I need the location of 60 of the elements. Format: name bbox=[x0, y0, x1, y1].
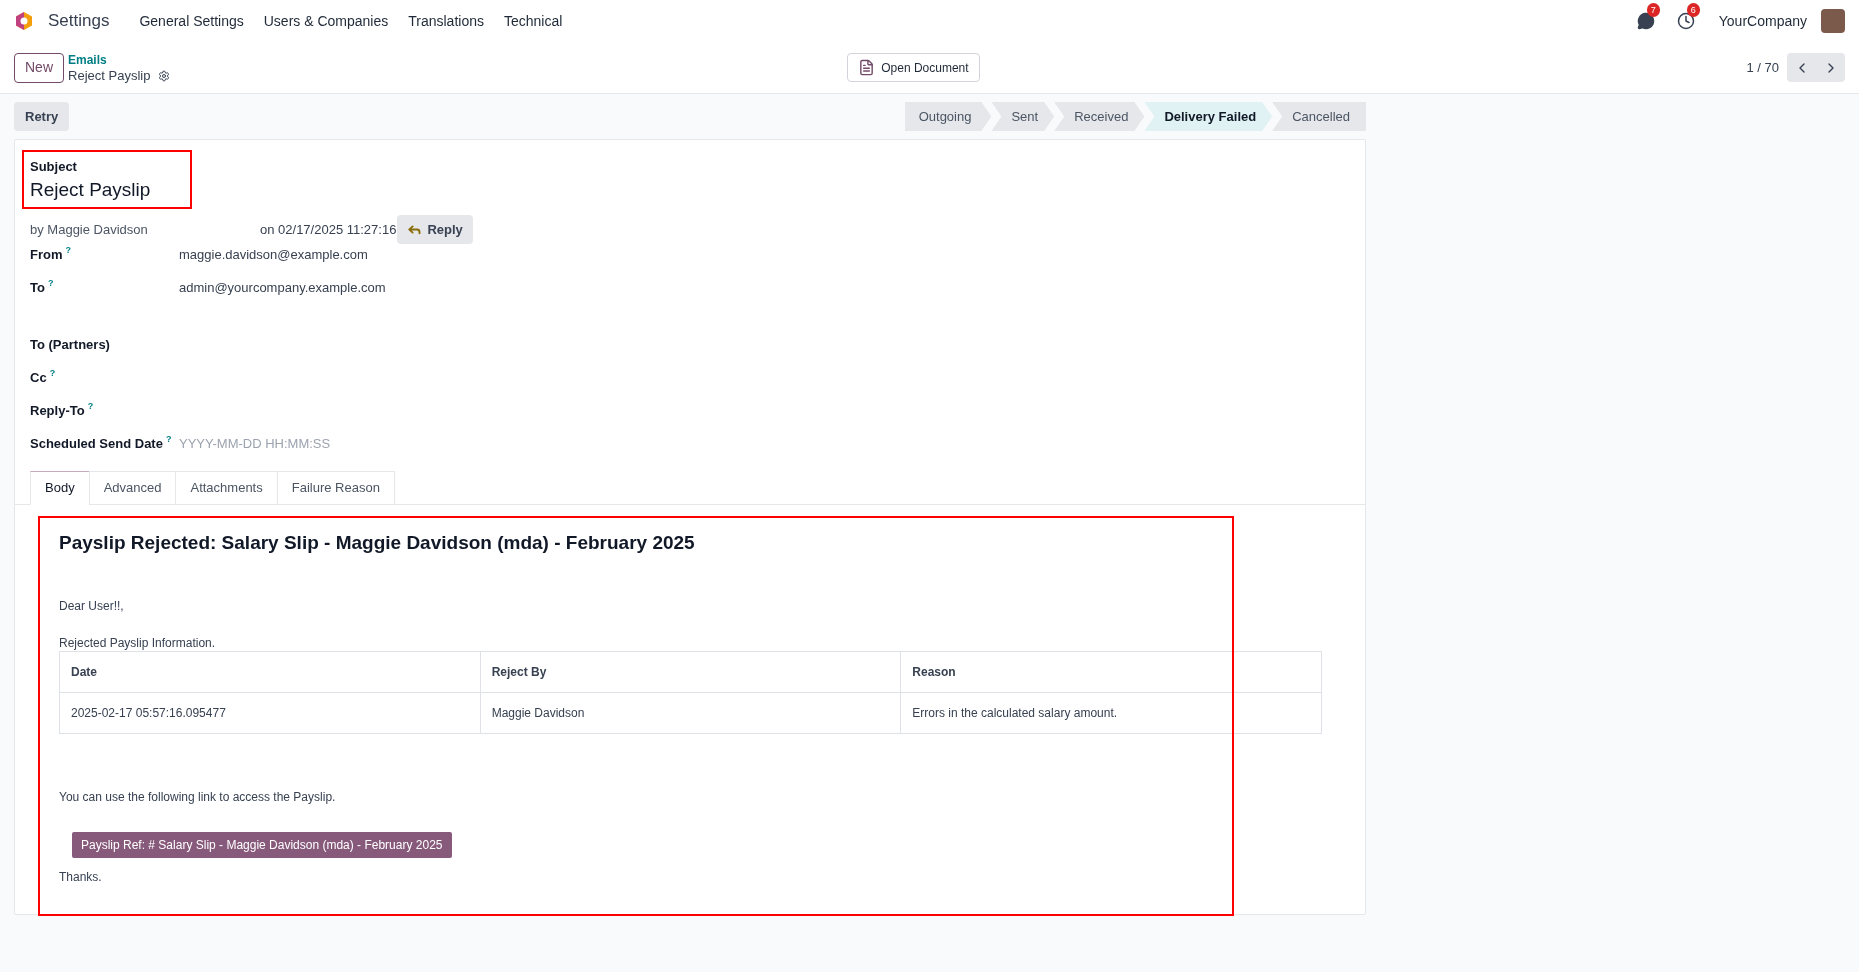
app-name[interactable]: Settings bbox=[48, 8, 110, 34]
field-label: To bbox=[30, 278, 45, 297]
closing-text: Thanks. bbox=[59, 869, 103, 886]
status-step[interactable]: Outgoing bbox=[904, 102, 992, 131]
notification-badge: 7 bbox=[1646, 3, 1660, 17]
date-input-field[interactable]: YYYY-MM-DD HH:MM:SS bbox=[179, 433, 479, 453]
settings-icon[interactable] bbox=[158, 69, 171, 82]
form-tab[interactable]: Advanced bbox=[88, 470, 177, 505]
notification-badge: 6 bbox=[1686, 3, 1700, 17]
reply-button[interactable]: Reply bbox=[397, 215, 473, 244]
table-header: Reason bbox=[900, 651, 1322, 693]
help-tooltip[interactable]: ? bbox=[165, 433, 172, 444]
date-text: on 02/17/2025 11:27:16 bbox=[260, 220, 397, 239]
help-tooltip[interactable]: ? bbox=[65, 244, 71, 255]
payslip-link-button[interactable]: Payslip Ref: # Salary Slip - Maggie Davidson (mda) - February 2025 bbox=[72, 832, 452, 858]
app-logo-icon[interactable] bbox=[14, 11, 34, 31]
chat-icon[interactable] bbox=[1636, 12, 1655, 30]
table-cell: Maggie Davidson bbox=[480, 692, 901, 734]
intro-text: Rejected Payslip Information. bbox=[59, 635, 217, 651]
table-cell: 2025-02-17 05:57:16.095477 bbox=[59, 692, 481, 734]
record-title: Reject Payslip bbox=[68, 67, 151, 84]
clock-icon[interactable] bbox=[1676, 12, 1695, 30]
status-step[interactable]: Received bbox=[1054, 102, 1145, 131]
field-label: To (Partners) bbox=[30, 335, 110, 354]
menu-item[interactable]: Translations bbox=[398, 10, 494, 32]
field-label: From bbox=[30, 245, 63, 264]
status-step[interactable]: Delivery Failed bbox=[1144, 102, 1273, 131]
field-value: admin@yourcompany.example.com bbox=[179, 278, 386, 297]
company-switcher[interactable]: YourCompany bbox=[1718, 10, 1807, 32]
field-label: Cc bbox=[30, 368, 47, 387]
help-tooltip[interactable]: ? bbox=[47, 277, 54, 288]
pager-value: 1 / 70 bbox=[1746, 58, 1779, 77]
author-text: by Maggie Davidson bbox=[30, 220, 149, 239]
menu-item[interactable]: Users & Companies bbox=[253, 10, 399, 32]
retry-button[interactable]: Retry bbox=[14, 102, 70, 131]
help-tooltip[interactable]: ? bbox=[49, 367, 56, 378]
subject-label: Subject bbox=[30, 158, 78, 176]
new-button[interactable]: New bbox=[14, 52, 64, 83]
subject-title: Reject Payslip bbox=[30, 177, 152, 202]
reply-icon bbox=[407, 222, 423, 237]
menu-item[interactable]: Technical bbox=[494, 10, 573, 32]
status-step[interactable]: Sent bbox=[991, 102, 1055, 131]
open-document-button[interactable]: Open Document bbox=[847, 53, 980, 82]
link-instructions: You can use the following link to access the Payslip. bbox=[59, 789, 337, 806]
greeting-text: Dear User!!, bbox=[59, 598, 125, 615]
help-tooltip[interactable]: ? bbox=[87, 400, 94, 411]
email-heading: Payslip Rejected: Salary Slip - Maggie Davidson (mda) - February 2025 bbox=[59, 530, 696, 555]
table-header: Reject By bbox=[480, 651, 901, 693]
field-value: maggie.davidson@example.com bbox=[179, 245, 368, 264]
field-label: Reply-To bbox=[30, 401, 85, 420]
form-tab[interactable]: Failure Reason bbox=[276, 470, 395, 505]
breadcrumb-link[interactable]: Emails bbox=[68, 51, 171, 68]
menu-item[interactable]: General Settings bbox=[129, 10, 254, 32]
field-label: Scheduled Send Date bbox=[30, 434, 163, 453]
table-cell: Errors in the calculated salary amount. bbox=[900, 692, 1322, 734]
table-header: Date bbox=[59, 651, 481, 693]
status-step[interactable]: Cancelled bbox=[1272, 102, 1366, 131]
document-icon bbox=[858, 59, 876, 76]
form-tab[interactable]: Body bbox=[30, 470, 90, 505]
avatar[interactable] bbox=[1821, 9, 1845, 33]
